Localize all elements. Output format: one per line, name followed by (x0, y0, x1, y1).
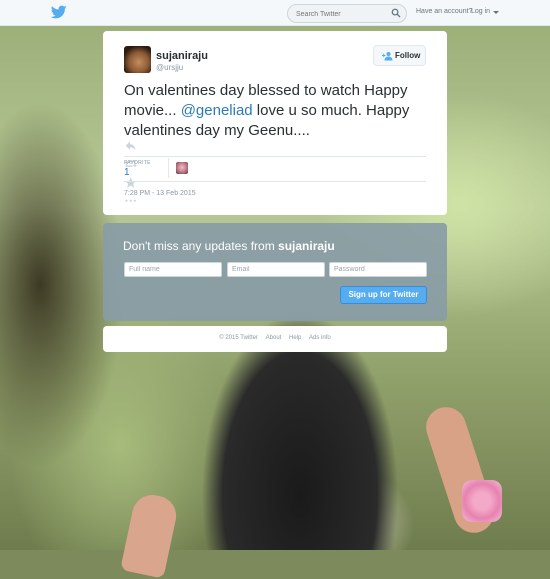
background-bracelet (462, 480, 502, 522)
signup-headline-text: Don't miss any updates from (123, 239, 279, 253)
avatar[interactable] (124, 46, 151, 73)
footer-ads-info-link[interactable]: Ads info (309, 335, 331, 341)
background-hand-left (120, 491, 180, 579)
search-box (287, 4, 407, 23)
tweet-text: On valentines day blessed to watch Happy… (124, 81, 424, 141)
add-user-icon (382, 52, 393, 61)
tweet-actions (124, 139, 137, 202)
follow-button-label: Follow (395, 51, 421, 60)
favoriter-avatar[interactable] (176, 162, 188, 174)
tweet-card: sujaniraju @ursjju Follow On valentines … (103, 31, 447, 215)
footer: © 2015 Twitter About Help Ads info (103, 326, 447, 352)
signup-panel: Don't miss any updates from sujaniraju S… (103, 223, 447, 321)
favorite-stat-label: FAVORITE (124, 160, 151, 166)
reply-icon[interactable] (124, 139, 137, 152)
chevron-down-icon[interactable] (493, 11, 499, 14)
footer-links: © 2015 Twitter About Help Ads info (103, 335, 447, 341)
footer-about-link[interactable]: About (266, 335, 282, 341)
divider (124, 181, 426, 182)
twitter-bird-icon[interactable] (51, 4, 67, 20)
signup-headline-user: sujaniraju (278, 239, 335, 253)
email-field[interactable] (227, 262, 325, 277)
footer-copyright: © 2015 Twitter (219, 335, 258, 341)
login-link[interactable]: Log in (471, 8, 490, 15)
have-account-text: Have an account? (416, 8, 473, 15)
tweet-timestamp[interactable]: 7:28 PM - 13 Feb 2015 (124, 190, 196, 197)
top-navigation-bar: Have an account? Log in (0, 0, 550, 26)
mention-link[interactable]: @geneliad (181, 102, 253, 119)
user-handle[interactable]: @ursjju (156, 63, 183, 72)
footer-help-link[interactable]: Help (289, 335, 301, 341)
full-name-field[interactable] (124, 262, 222, 277)
divider (124, 156, 426, 157)
stat-separator (168, 158, 169, 178)
signup-button[interactable]: Sign up for Twitter (340, 286, 427, 304)
user-fullname[interactable]: sujaniraju (156, 50, 208, 62)
favorite-count[interactable]: 1 (124, 167, 130, 178)
follow-button[interactable]: Follow (373, 45, 426, 66)
password-field[interactable] (329, 262, 427, 277)
signup-headline: Don't miss any updates from sujaniraju (123, 239, 335, 253)
search-icon[interactable] (391, 8, 401, 18)
search-input[interactable] (294, 6, 388, 22)
